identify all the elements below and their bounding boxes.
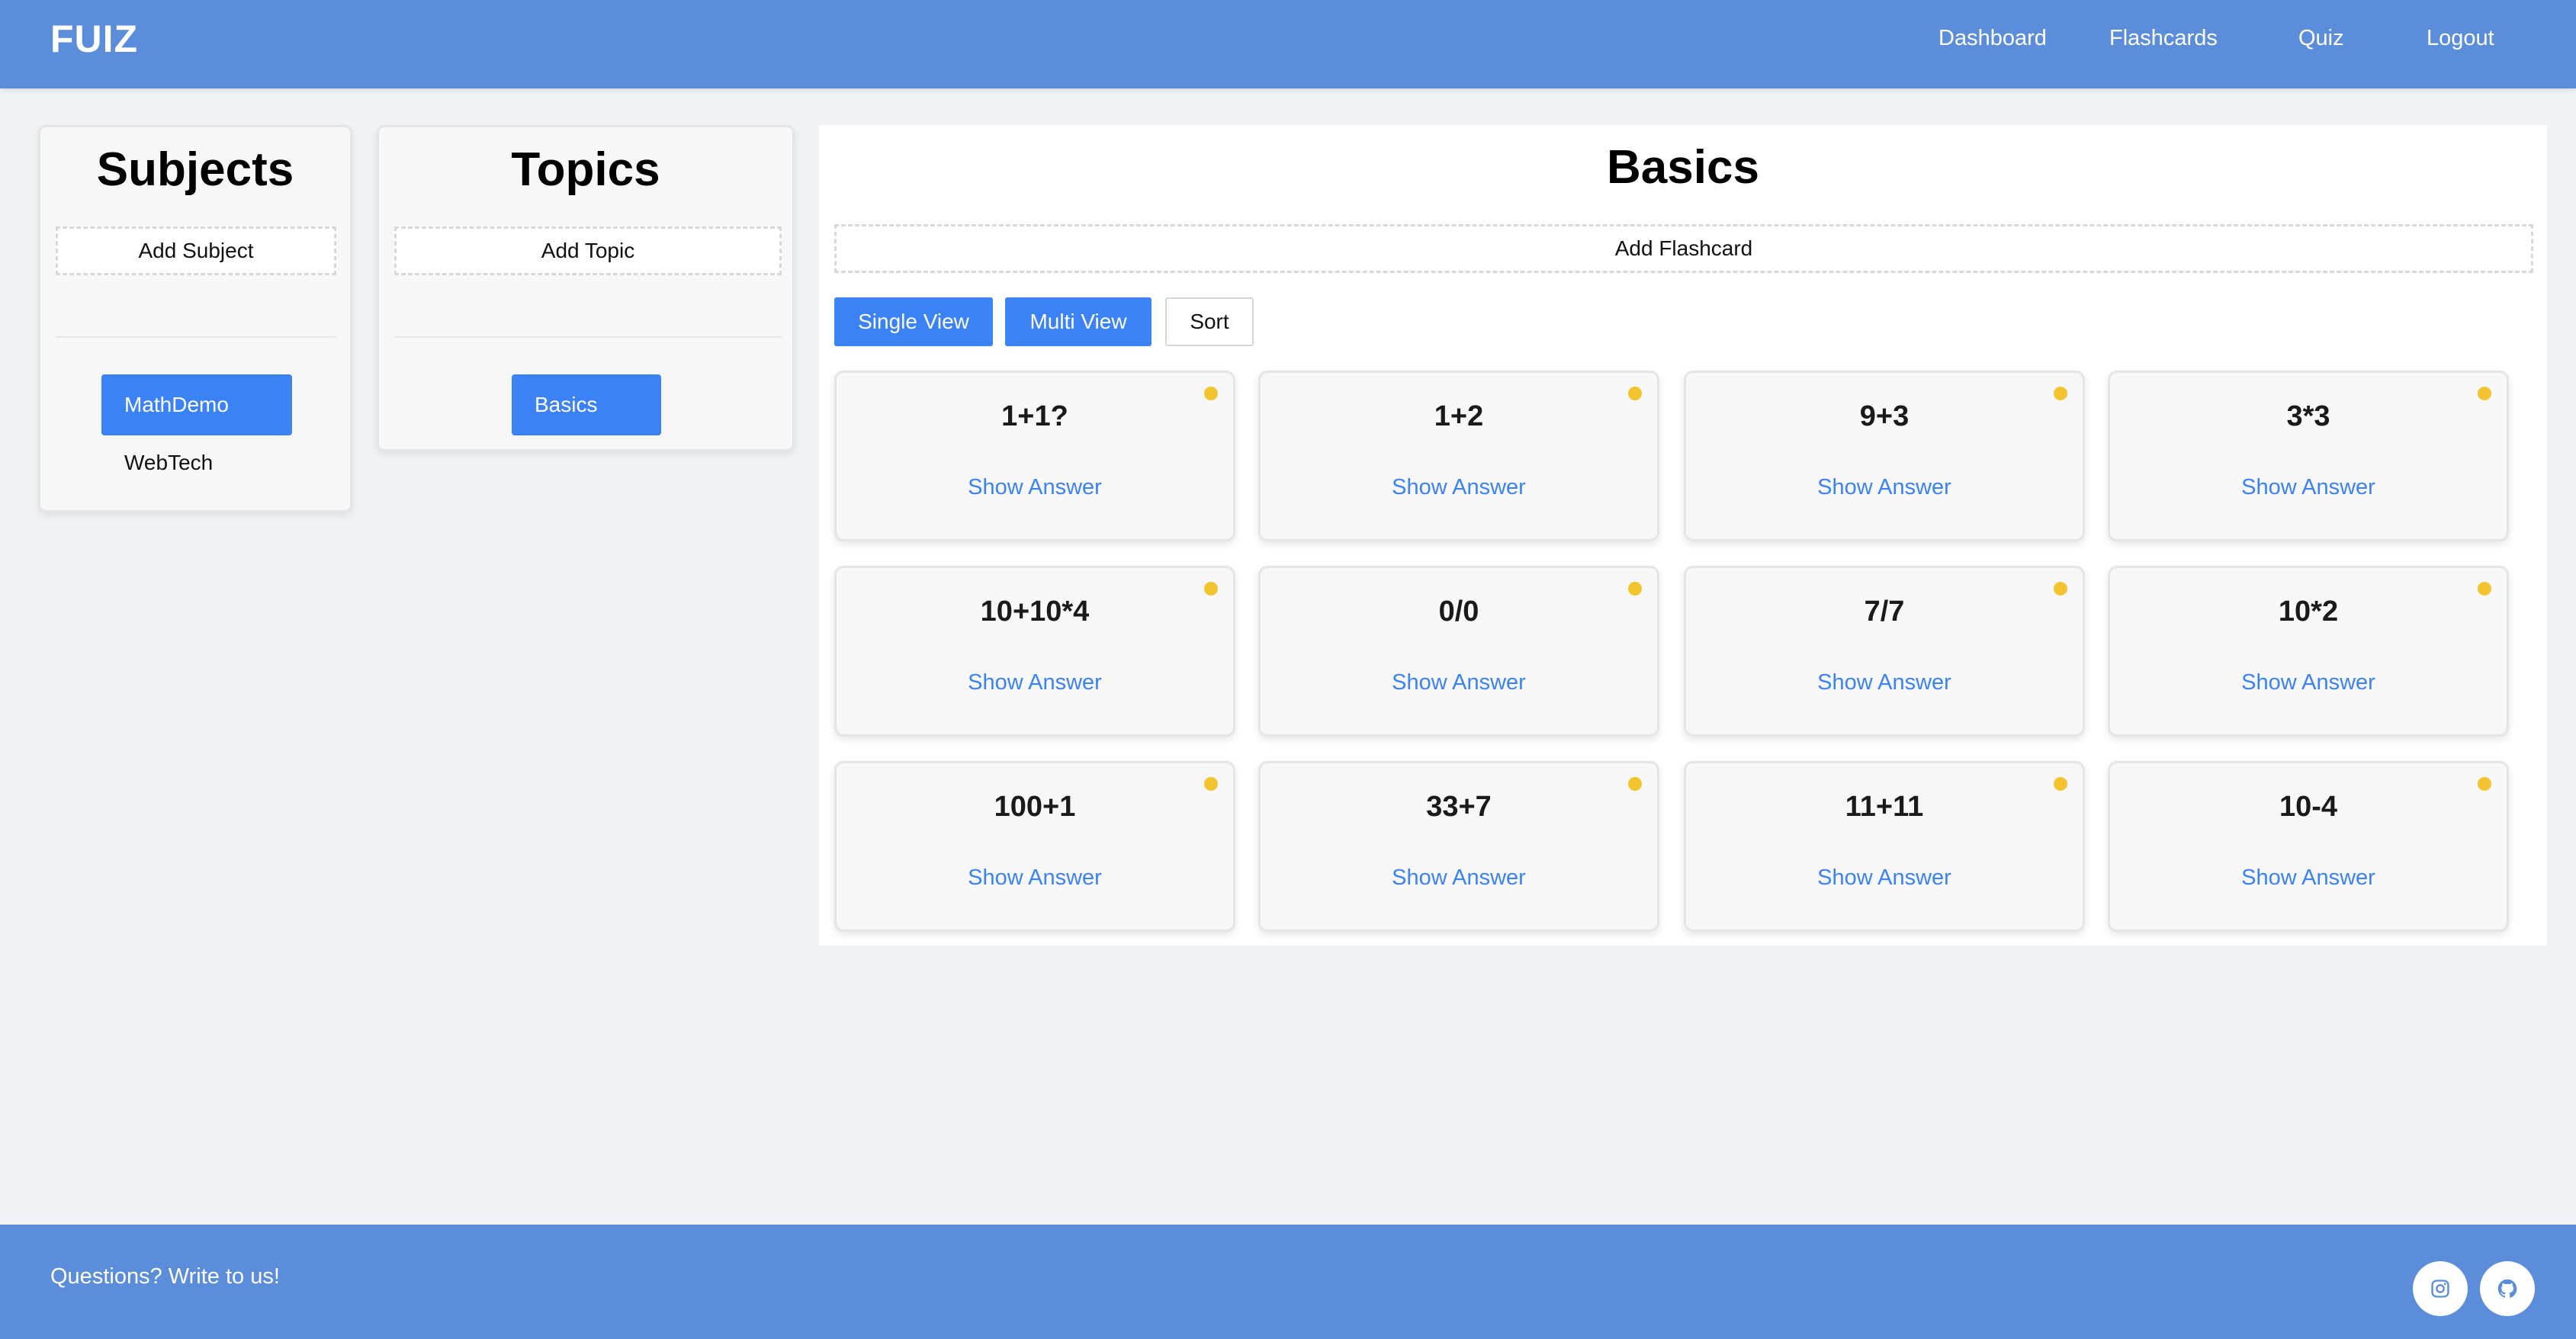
status-dot	[1628, 777, 1642, 791]
show-answer-link[interactable]: Show Answer	[837, 865, 1233, 891]
show-answer-link[interactable]: Show Answer	[837, 670, 1233, 695]
flashcard[interactable]: 3*3 Show Answer	[2108, 371, 2509, 541]
add-subject-button[interactable]: Add Subject	[56, 226, 336, 275]
nav-dashboard[interactable]: Dashboard	[1938, 26, 2047, 51]
topic-item-basics[interactable]: Basics	[512, 374, 661, 435]
status-dot	[2478, 387, 2491, 400]
subjects-panel: Subjects Add Subject MathDemo WebTech	[38, 125, 352, 512]
status-dot	[1204, 387, 1218, 400]
status-dot	[2054, 777, 2067, 791]
multi-view-button[interactable]: Multi View	[1005, 297, 1151, 346]
flashcard-question: 10-4	[2279, 791, 2338, 823]
flashcard[interactable]: 10+10*4 Show Answer	[834, 566, 1235, 737]
topics-panel: Topics Add Topic Basics	[377, 125, 795, 451]
show-answer-link[interactable]: Show Answer	[1261, 670, 1657, 695]
flashcard[interactable]: 7/7 Show Answer	[1684, 566, 2085, 737]
flashcard[interactable]: 10*2 Show Answer	[2108, 566, 2509, 737]
status-dot	[1204, 777, 1218, 791]
topics-title: Topics	[511, 143, 660, 196]
github-icon	[2497, 1279, 2517, 1298]
flashcard[interactable]: 1+1? Show Answer	[834, 371, 1235, 541]
show-answer-link[interactable]: Show Answer	[2110, 865, 2507, 891]
flashcard-question: 33+7	[1426, 791, 1492, 823]
flashcard-question: 1+1?	[1001, 400, 1068, 432]
show-answer-link[interactable]: Show Answer	[2110, 475, 2507, 500]
show-answer-link[interactable]: Show Answer	[837, 475, 1233, 500]
subjects-divider	[56, 336, 336, 338]
topics-divider	[394, 336, 782, 338]
show-answer-link[interactable]: Show Answer	[1261, 475, 1657, 500]
flashcard-question: 3*3	[2286, 400, 2330, 432]
flashcard[interactable]: 33+7 Show Answer	[1258, 761, 1659, 932]
show-answer-link[interactable]: Show Answer	[2110, 670, 2507, 695]
flashcards-panel: Basics Add Flashcard Single View Multi V…	[819, 125, 2547, 946]
flashcard-question: 11+11	[1845, 791, 1924, 823]
footer-contact-text: Questions? Write to us!	[50, 1264, 280, 1289]
nav-flashcards[interactable]: Flashcards	[2109, 26, 2218, 51]
status-dot	[2478, 777, 2491, 791]
nav-quiz[interactable]: Quiz	[2298, 26, 2344, 51]
flashcard[interactable]: 0/0 Show Answer	[1258, 566, 1659, 737]
show-answer-link[interactable]: Show Answer	[1686, 475, 2083, 500]
add-flashcard-button[interactable]: Add Flashcard	[834, 224, 2533, 273]
status-dot	[2478, 582, 2491, 596]
flashcard[interactable]: 1+2 Show Answer	[1258, 371, 1659, 541]
flashcard[interactable]: 11+11 Show Answer	[1684, 761, 2085, 932]
flashcard-question: 10+10*4	[980, 596, 1090, 628]
flashcard-question: 10*2	[2278, 596, 2339, 628]
topic-title: Basics	[1607, 141, 1759, 194]
instagram-icon	[2431, 1280, 2449, 1298]
flashcard-question: 9+3	[1859, 400, 1910, 432]
show-answer-link[interactable]: Show Answer	[1686, 865, 2083, 891]
top-navbar: FUIZ Dashboard Flashcards Quiz Logout	[0, 0, 2576, 88]
status-dot	[2054, 387, 2067, 400]
flashcard-question: 100+1	[994, 791, 1076, 823]
subject-item-webtech[interactable]: WebTech	[124, 451, 213, 475]
footer: Questions? Write to us!	[0, 1225, 2576, 1339]
instagram-button[interactable]	[2413, 1261, 2468, 1316]
flashcard-question: 0/0	[1438, 596, 1479, 628]
status-dot	[1628, 582, 1642, 596]
github-button[interactable]	[2480, 1261, 2535, 1316]
single-view-button[interactable]: Single View	[834, 297, 993, 346]
add-topic-button[interactable]: Add Topic	[394, 226, 782, 275]
flashcard[interactable]: 100+1 Show Answer	[834, 761, 1235, 932]
brand-logo[interactable]: FUIZ	[50, 17, 138, 61]
subject-item-mathdemo[interactable]: MathDemo	[101, 374, 292, 435]
flashcard-question: 1+2	[1434, 400, 1484, 432]
show-answer-link[interactable]: Show Answer	[1686, 670, 2083, 695]
nav-logout[interactable]: Logout	[2427, 26, 2494, 51]
flashcard[interactable]: 10-4 Show Answer	[2108, 761, 2509, 932]
status-dot	[1628, 387, 1642, 400]
sort-button[interactable]: Sort	[1165, 297, 1254, 346]
subjects-title: Subjects	[96, 143, 294, 196]
flashcard[interactable]: 9+3 Show Answer	[1684, 371, 2085, 541]
show-answer-link[interactable]: Show Answer	[1261, 865, 1657, 891]
flashcard-question: 7/7	[1864, 596, 1905, 628]
status-dot	[1204, 582, 1218, 596]
status-dot	[2054, 582, 2067, 596]
